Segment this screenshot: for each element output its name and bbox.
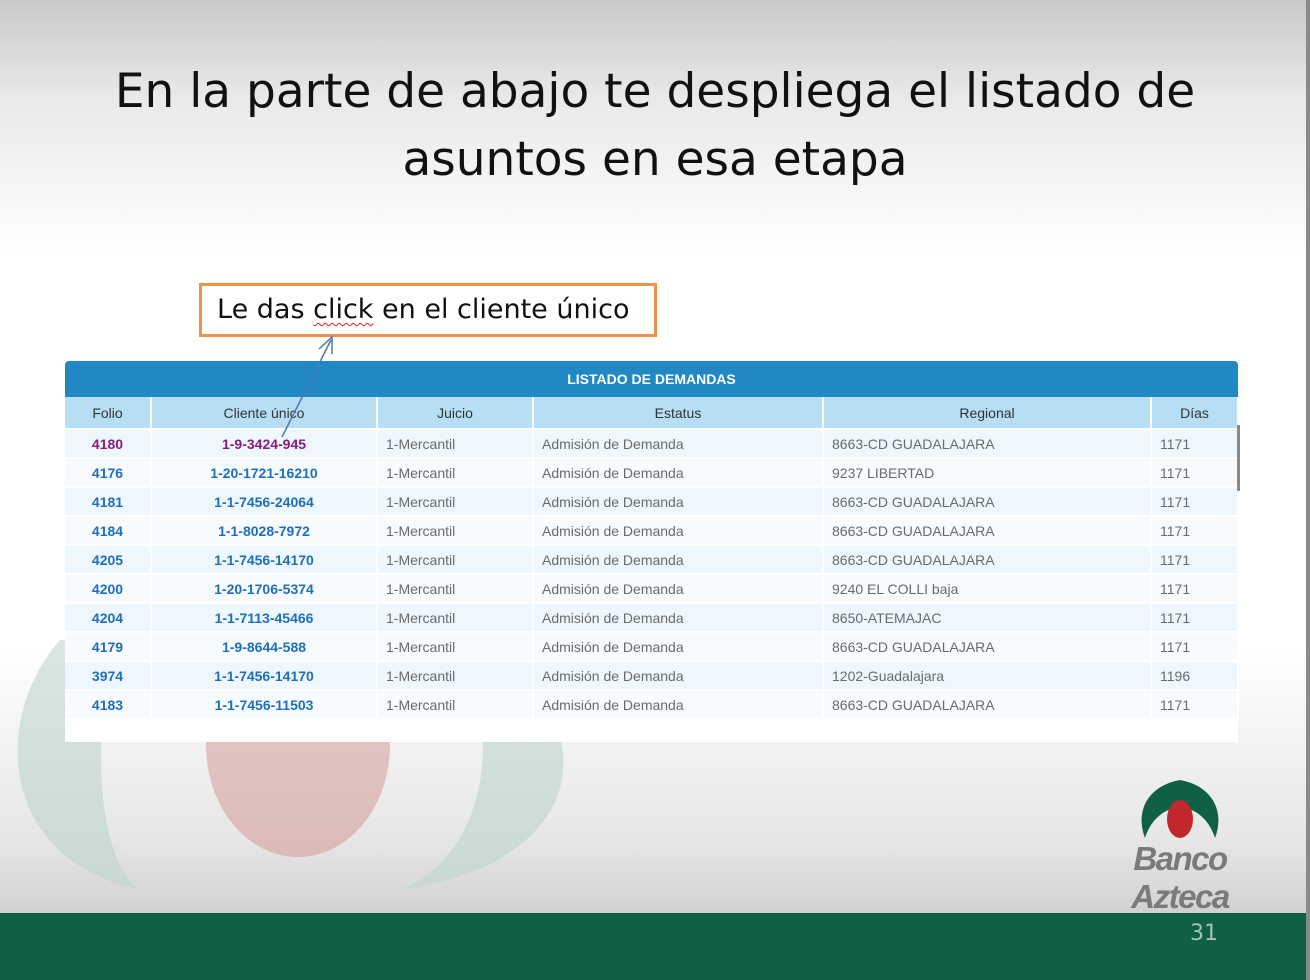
juicio-cell: 1-Mercantil <box>377 458 534 488</box>
azteca-emblem-icon <box>1141 780 1219 838</box>
callout-box: Le das click en el cliente único <box>199 283 657 337</box>
cliente-unico-link[interactable]: 1-9-3424-945 <box>151 429 378 459</box>
slide-title-line-2: asuntos en esa etapa <box>402 132 908 187</box>
estatus-cell: Admisión de Demanda <box>533 429 824 459</box>
dias-cell: 1196 <box>1151 661 1239 691</box>
logo-text: Banco Azteca <box>1131 840 1230 915</box>
cliente-unico-link[interactable]: 1-1-7456-14170 <box>151 661 378 691</box>
dias-cell: 1171 <box>1151 429 1239 459</box>
estatus-cell: Admisión de Demanda <box>533 632 824 662</box>
table-row[interactable]: 4205 1-1-7456-14170 1-Mercantil Admisión de… <box>65 545 1239 575</box>
column-header-dias[interactable]: Días <box>1151 397 1239 430</box>
cliente-unico-link[interactable]: 1-1-7456-11503 <box>151 690 378 720</box>
regional-cell: 8663-CD GUADALAJARA <box>823 487 1152 517</box>
table-row[interactable]: 4176 1-20-1721-16210 1-Mercantil Admisión d… <box>65 458 1239 488</box>
juicio-cell: 1-Mercantil <box>377 516 534 546</box>
juicio-cell: 1-Mercantil <box>377 487 534 517</box>
table-row[interactable]: 4184 1-1-8028-7972 1-Mercantil Admisión de … <box>65 516 1239 546</box>
cliente-unico-link[interactable]: 1-20-1706-5374 <box>151 574 378 604</box>
cliente-unico-link[interactable]: 1-1-8028-7972 <box>151 516 378 546</box>
cliente-unico-link[interactable]: 1-1-7456-14170 <box>151 545 378 575</box>
footer-bar: 31 <box>0 913 1306 980</box>
dias-cell: 1171 <box>1151 545 1239 575</box>
dias-cell: 1171 <box>1151 516 1239 546</box>
juicio-cell: 1-Mercantil <box>377 603 534 633</box>
slide-title: En la parte de abajo te despliega el lis… <box>60 58 1250 194</box>
estatus-cell: Admisión de Demanda <box>533 661 824 691</box>
regional-cell: 8663-CD GUADALAJARA <box>823 516 1152 546</box>
folio-cell[interactable]: 4204 <box>65 603 152 633</box>
regional-cell: 1202-Guadalajara <box>823 661 1152 691</box>
juicio-cell: 1-Mercantil <box>377 574 534 604</box>
table-row[interactable]: 4200 1-20-1706-5374 1-Mercantil Admisión de… <box>65 574 1239 604</box>
juicio-cell: 1-Mercantil <box>377 429 534 459</box>
callout-text-prefix: Le das <box>217 294 314 325</box>
page-number: 31 <box>1190 921 1218 946</box>
estatus-cell: Admisión de Demanda <box>533 603 824 633</box>
table-row[interactable]: 4181 1-1-7456-24064 1-Mercantil Admisión de… <box>65 487 1239 517</box>
regional-cell: 8663-CD GUADALAJARA <box>823 632 1152 662</box>
folio-cell[interactable]: 4183 <box>65 690 152 720</box>
table-header-row: Folio Cliente único Juicio Estatus Regio… <box>65 397 1239 430</box>
folio-cell[interactable]: 4181 <box>65 487 152 517</box>
estatus-cell: Admisión de Demanda <box>533 690 824 720</box>
column-header-regional[interactable]: Regional <box>823 397 1152 430</box>
column-header-estatus[interactable]: Estatus <box>533 397 824 430</box>
dias-cell: 1171 <box>1151 632 1239 662</box>
cliente-unico-link[interactable]: 1-9-8644-588 <box>151 632 378 662</box>
folio-cell[interactable]: 4180 <box>65 429 152 459</box>
table-row[interactable]: 4183 1-1-7456-11503 1-Mercantil Admisión de… <box>65 690 1239 720</box>
banco-azteca-logo: Banco Azteca <box>1085 778 1275 915</box>
dias-cell: 1171 <box>1151 690 1239 720</box>
folio-cell[interactable]: 4200 <box>65 574 152 604</box>
regional-cell: 9240 EL COLLI baja <box>823 574 1152 604</box>
cliente-unico-link[interactable]: 1-1-7113-45466 <box>151 603 378 633</box>
table-scrollbar[interactable] <box>1237 425 1240 491</box>
folio-cell[interactable]: 4179 <box>65 632 152 662</box>
estatus-cell: Admisión de Demanda <box>533 545 824 575</box>
estatus-cell: Admisión de Demanda <box>533 487 824 517</box>
cliente-unico-link[interactable]: 1-20-1721-16210 <box>151 458 378 488</box>
folio-cell[interactable]: 4184 <box>65 516 152 546</box>
slide-title-line-1: En la parte de abajo te despliega el lis… <box>114 64 1196 119</box>
table-row[interactable]: 4180 1-9-3424-945 1-Mercantil Admisión de D… <box>65 429 1239 459</box>
regional-cell: 8663-CD GUADALAJARA <box>823 690 1152 720</box>
column-header-folio[interactable]: Folio <box>65 397 152 430</box>
juicio-cell: 1-Mercantil <box>377 690 534 720</box>
estatus-cell: Admisión de Demanda <box>533 458 824 488</box>
regional-cell: 8663-CD GUADALAJARA <box>823 545 1152 575</box>
column-header-cliente[interactable]: Cliente único <box>151 397 378 430</box>
folio-cell[interactable]: 3974 <box>65 661 152 691</box>
juicio-cell: 1-Mercantil <box>377 661 534 691</box>
table-row[interactable]: 4179 1-9-8644-588 1-Mercantil Admisión de D… <box>65 632 1239 662</box>
demands-list-panel: LISTADO DE DEMANDAS Folio Cliente único … <box>65 361 1240 742</box>
demands-list-title: LISTADO DE DEMANDAS <box>65 361 1238 397</box>
dias-cell: 1171 <box>1151 487 1239 517</box>
regional-cell: 9237 LIBERTAD <box>823 458 1152 488</box>
callout-text-click: click <box>313 294 374 325</box>
callout-text-suffix: en el cliente único <box>373 294 630 325</box>
demands-table: Folio Cliente único Juicio Estatus Regio… <box>65 397 1239 720</box>
dias-cell: 1171 <box>1151 458 1239 488</box>
table-row[interactable]: 4204 1-1-7113-45466 1-Mercantil Admisión de… <box>65 603 1239 633</box>
column-header-juicio[interactable]: Juicio <box>377 397 534 430</box>
dias-cell: 1171 <box>1151 603 1239 633</box>
juicio-cell: 1-Mercantil <box>377 545 534 575</box>
folio-cell[interactable]: 4176 <box>65 458 152 488</box>
regional-cell: 8650-ATEMAJAC <box>823 603 1152 633</box>
juicio-cell: 1-Mercantil <box>377 632 534 662</box>
dias-cell: 1171 <box>1151 574 1239 604</box>
estatus-cell: Admisión de Demanda <box>533 574 824 604</box>
regional-cell: 8663-CD GUADALAJARA <box>823 429 1152 459</box>
estatus-cell: Admisión de Demanda <box>533 516 824 546</box>
folio-cell[interactable]: 4205 <box>65 545 152 575</box>
cliente-unico-link[interactable]: 1-1-7456-24064 <box>151 487 378 517</box>
table-row[interactable]: 3974 1-1-7456-14170 1-Mercantil Admisión de… <box>65 661 1239 691</box>
